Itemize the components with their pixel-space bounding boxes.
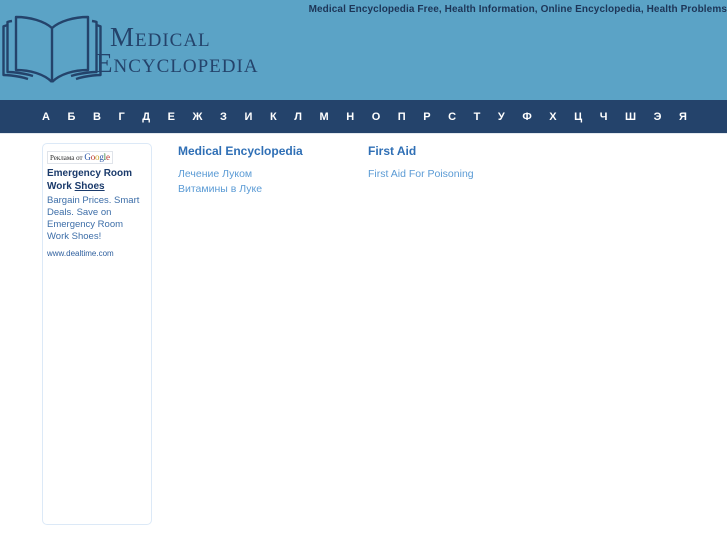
alpha-nav-letter[interactable]: Л [294, 111, 302, 123]
alpha-nav-letter[interactable]: Б [68, 111, 76, 123]
alpha-nav-letter[interactable]: Ф [522, 111, 531, 123]
alpha-nav-letter[interactable]: Н [346, 111, 354, 123]
alpha-nav-letter[interactable]: Г [118, 111, 124, 123]
alpha-nav-letter[interactable]: Э [654, 111, 662, 123]
column-heading[interactable]: First Aid [368, 144, 558, 158]
article-link[interactable]: Витамины в Луке [178, 182, 368, 197]
alpha-nav-letter[interactable]: Х [549, 111, 556, 123]
alpha-nav-letter[interactable]: Д [142, 111, 150, 123]
content-column: First Aid First Aid For Poisoning [368, 144, 558, 197]
alpha-nav-letter[interactable]: П [398, 111, 406, 123]
ad-description: Bargain Prices. Smart Deals. Save on Eme… [47, 195, 140, 243]
alpha-nav-letter[interactable]: Е [168, 111, 175, 123]
content-columns: Medical Encyclopedia Лечение Луком Витамин… [178, 143, 558, 197]
alphabet-nav[interactable]: АБВГДЕЖЗИКЛМНОПРСТУФХЦЧШЭЯ [0, 100, 727, 133]
google-logo: Google [84, 152, 110, 162]
alpha-nav-letter[interactable]: И [244, 111, 252, 123]
ad-title-line-2: Shoes [74, 180, 105, 192]
article-link[interactable]: First Aid For Poisoning [368, 167, 558, 182]
ad-provider-label: Реклама от Google [47, 151, 113, 164]
site-header: Medical Encyclopedia Free, Health Inform… [0, 0, 727, 100]
alpha-nav-letter[interactable]: Р [423, 111, 430, 123]
ad-title[interactable]: Emergency Room Work Shoes [47, 168, 147, 193]
alpha-nav-letter[interactable]: У [498, 111, 505, 123]
open-book-icon [0, 10, 104, 90]
ad-column: Реклама от Google Emergency Room Work Sh… [42, 143, 152, 525]
ad-url[interactable]: www.dealtime.com [47, 249, 147, 258]
alpha-nav-letter[interactable]: Ц [574, 111, 582, 123]
article-link[interactable]: Лечение Луком [178, 167, 368, 182]
site-logo[interactable]: Medical Encyclopedia [0, 10, 259, 90]
site-wordmark: Medical Encyclopedia [96, 24, 259, 76]
alpha-nav-letter[interactable]: В [93, 111, 101, 123]
page-body: Реклама от Google Emergency Room Work Sh… [0, 134, 727, 525]
alpha-nav-letter[interactable]: Ш [625, 111, 636, 123]
wordmark-line-2: Encyclopedia [96, 48, 259, 78]
column-heading[interactable]: Medical Encyclopedia [178, 144, 368, 158]
site-tagline: Medical Encyclopedia Free, Health Inform… [308, 4, 727, 15]
alpha-nav-letter[interactable]: О [372, 111, 381, 123]
alpha-nav-letter[interactable]: К [270, 111, 277, 123]
alpha-nav-letter[interactable]: Я [679, 111, 687, 123]
google-ad-box[interactable]: Реклама от Google Emergency Room Work Sh… [42, 143, 152, 525]
ad-provider-prefix: Реклама от [50, 154, 83, 162]
alpha-nav-letter[interactable]: Т [474, 111, 481, 123]
alpha-nav-letter[interactable]: А [42, 111, 50, 123]
alpha-nav-letter[interactable]: З [220, 111, 227, 123]
alpha-nav-letter[interactable]: М [319, 111, 328, 123]
alpha-nav-letter[interactable]: Ж [193, 111, 203, 123]
alpha-nav-letter[interactable]: С [448, 111, 456, 123]
content-column: Medical Encyclopedia Лечение Луком Витамин… [178, 144, 368, 197]
alpha-nav-letter[interactable]: Ч [600, 111, 608, 123]
